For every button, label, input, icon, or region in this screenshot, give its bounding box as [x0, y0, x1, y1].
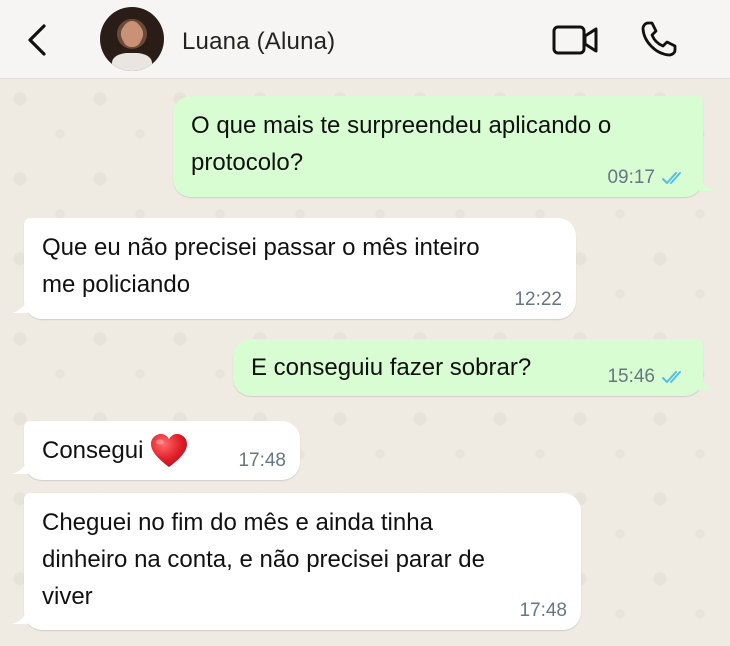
message-text: viver — [42, 583, 93, 610]
incoming-message[interactable]: Que eu não precisei passar o mês inteiro… — [12, 218, 576, 319]
outgoing-message[interactable]: O que mais te surpreendeu aplicando o pr… — [173, 96, 715, 197]
incoming-message[interactable]: Consegui 17:48 — [12, 421, 300, 480]
red-heart-emoji-icon — [151, 433, 188, 467]
message-time: 17:48 — [519, 600, 567, 621]
video-call-icon[interactable] — [551, 23, 599, 57]
message-time: 17:48 — [238, 450, 286, 471]
read-receipt-icon — [662, 172, 681, 184]
message-text: protocolo? — [191, 149, 304, 176]
message-time: 15:46 — [607, 366, 655, 387]
phone-call-icon[interactable] — [640, 20, 678, 58]
read-receipt-icon — [662, 371, 681, 383]
message-text: dinheiro na conta, e não precisei parar … — [42, 546, 485, 573]
bubble-tail — [699, 173, 715, 191]
bubble-tail — [699, 372, 715, 390]
back-arrow-icon[interactable] — [24, 22, 52, 58]
chat-header: Luana (Aluna) — [0, 0, 730, 79]
message-text: O que mais te surpreendeu aplicando o — [191, 112, 612, 139]
message-text: E conseguiu fazer sobrar? — [251, 354, 532, 381]
contact-avatar[interactable] — [100, 7, 164, 71]
bubble-tail — [12, 606, 28, 624]
message-list: O que mais te surpreendeu aplicando o pr… — [0, 79, 730, 646]
message-text: Que eu não precisei passar o mês inteiro — [42, 234, 480, 261]
outgoing-message[interactable]: E conseguiu fazer sobrar? 15:46 — [233, 339, 715, 396]
contact-name[interactable]: Luana (Aluna) — [182, 28, 335, 56]
message-time: 12:22 — [514, 289, 562, 310]
incoming-message[interactable]: Cheguei no fim do mês e ainda tinha dinh… — [12, 493, 581, 630]
bubble-tail — [12, 456, 28, 474]
message-text: me policiando — [42, 271, 191, 298]
bubble-tail — [12, 295, 28, 313]
message-text: Cheguei no fim do mês e ainda tinha — [42, 509, 433, 536]
message-time: 09:17 — [607, 167, 655, 188]
message-text: Consegui — [42, 437, 144, 464]
